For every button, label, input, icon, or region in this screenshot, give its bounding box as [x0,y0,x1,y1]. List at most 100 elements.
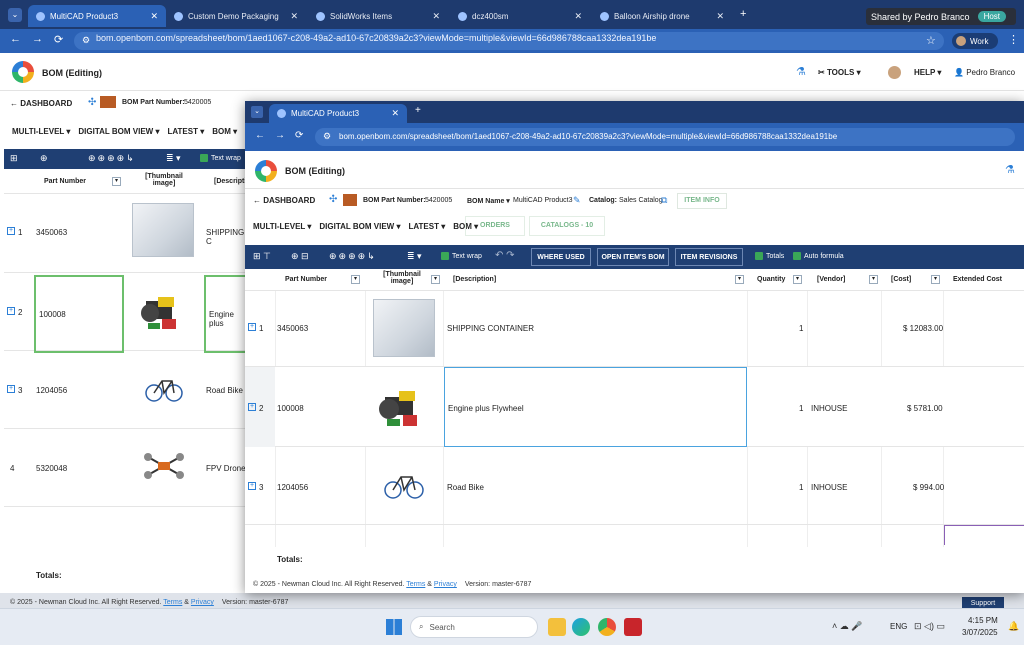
open-items-bom-button[interactable]: OPEN ITEM'S BOM [597,248,669,266]
new-tab-button[interactable]: + [740,8,746,20]
close-icon[interactable]: ✕ [290,11,298,22]
bom-name-dropdown[interactable]: BOM Name ▾ [467,197,510,205]
clock-time[interactable]: 4:15 PM [968,616,998,625]
more-menu-icon[interactable]: ⋮ [1008,33,1019,46]
tab-custom-demo-packaging[interactable]: Custom Demo Packaging ✕ [166,5,306,27]
tools-menu[interactable]: ✂ TOOLS ▾ [818,68,861,77]
filter-icon[interactable]: ▾ [351,275,360,284]
clock-date[interactable]: 3/07/2025 [962,628,998,637]
cost-cell[interactable]: $ 994.00 [913,483,944,492]
close-icon[interactable]: ✕ [574,11,582,22]
item-info-button[interactable]: ITEM INFO [677,193,727,209]
back-dashboard-link[interactable]: ← DASHBOARD [10,99,72,108]
forward-arrow-icon[interactable]: → [32,33,43,45]
expand-row-icon[interactable]: + [7,227,15,235]
filter-icon[interactable]: ▾ [735,275,744,284]
hierarchy-icon[interactable]: ⊞ ⊤ [253,251,271,262]
selected-description-cell[interactable]: Engine plus [204,275,250,353]
vendor-cell[interactable]: INHOUSE [811,404,847,413]
bom-dropdown[interactable]: BOM ▾ [212,127,237,136]
quantity-cell[interactable]: 1 [799,324,803,333]
auto-formula-checkbox[interactable]: Auto formula [793,252,844,260]
close-icon[interactable]: ✕ [432,11,440,22]
terms-link[interactable]: Terms [406,581,425,588]
quantity-cell[interactable]: 1 [799,404,803,413]
table-row[interactable]: 4 5320048 FPV Drone [4,429,248,507]
table-row[interactable]: + 2 100008 Engine plus [4,273,250,353]
filter-icon[interactable]: ▾ [869,275,878,284]
text-wrap-checkbox[interactable]: Text wrap [441,252,482,260]
profile-button[interactable]: Work [952,33,998,49]
part-number-cell[interactable]: 3450063 [277,324,308,333]
close-icon[interactable]: ✕ [391,108,399,119]
flask-icon[interactable]: ⚗ [1005,163,1015,176]
multi-level-dropdown[interactable]: MULTI-LEVEL ▾ [253,222,311,231]
help-menu[interactable]: HELP ▾ [914,68,941,77]
reload-icon[interactable]: ⟳ [54,33,63,46]
part-number-cell[interactable]: 5320048 [36,464,67,473]
back-arrow-icon[interactable]: ← [255,130,265,141]
expand-row-icon[interactable]: + [7,307,15,315]
description-cell[interactable]: Road Bike [447,483,484,492]
part-number-cell[interactable]: 1204056 [277,483,308,492]
description-cell[interactable]: Road Bike [206,386,243,395]
language-indicator[interactable]: ENG [890,622,907,631]
table-row[interactable]: + 1 3450063 SHIPPING CONTAINER 1 $ 12083… [245,291,1024,367]
flask-icon[interactable]: ⚗ [796,65,806,78]
cost-cell[interactable]: $ 12083.00 [903,324,943,333]
network-volume-icons[interactable]: ⊡ ◁) ▭ [914,621,945,632]
part-number-cell[interactable]: 3450063 [36,228,67,237]
filter-icon[interactable]: ▾ [793,275,802,284]
site-info-icon[interactable]: ⚙ [82,35,90,46]
user-menu[interactable]: 👤 Pedro Branco [954,68,1015,77]
add-columns-icon[interactable]: ⊕ [40,153,48,164]
back-dashboard-link[interactable]: ← DASHBOARD [253,196,315,205]
add-columns-icon[interactable]: ⊕ ⊟ [291,251,309,262]
notification-icon[interactable]: 🔔 [1008,621,1019,632]
tab-solidworks-items[interactable]: SolidWorks Items ✕ [308,5,448,27]
table-row[interactable]: + 1 3450063 SHIPPING C [4,195,248,273]
table-row[interactable]: + 3 1204056 Road Bike 1 INHOUSE $ 994.00 [245,447,1024,525]
orders-tab[interactable]: ORDERS [465,216,525,236]
vendor-cell[interactable]: INHOUSE [811,483,847,492]
move-icons[interactable]: ⊕⊕⊕⊕↳ [329,251,377,262]
description-cell[interactable]: SHIPPING CONTAINER [447,324,534,333]
cost-cell[interactable]: $ 5781.00 [907,404,943,413]
site-info-icon[interactable]: ⚙ [323,131,331,142]
tab-multicad-product3[interactable]: MultiCAD Product3 ✕ [28,5,166,27]
quantity-cell[interactable]: 1 [799,483,803,492]
table-row[interactable]: + 2 100008 Engine plus Flywheel 1 INHOUS… [245,367,1024,447]
where-used-button[interactable]: WHERE USED [531,248,591,266]
edge-browser-icon[interactable] [572,618,590,636]
filter-icon[interactable]: ▾ [431,275,440,284]
privacy-link[interactable]: Privacy [191,599,214,606]
selected-part-number-cell[interactable]: 100008 [34,275,124,353]
filter-icon[interactable]: ▾ [112,177,121,186]
description-cell[interactable]: FPV Drone [206,464,246,473]
forward-arrow-icon[interactable]: → [275,130,285,141]
filter-icon[interactable]: ▾ [931,275,940,284]
latest-dropdown[interactable]: LATEST ▾ [408,222,445,231]
close-icon[interactable]: ✕ [150,11,158,22]
tab-list-button[interactable]: ⌄ [251,106,263,118]
bookmark-star-icon[interactable]: ☆ [926,34,936,47]
totals-checkbox[interactable]: Totals [755,252,784,260]
system-tray-icons[interactable]: ˄ ☁ 🎤 [832,621,862,632]
part-number-cell[interactable]: 100008 [277,404,304,413]
expand-row-icon[interactable]: + [248,323,256,331]
digital-bom-view-dropdown[interactable]: DIGITAL BOM VIEW ▾ [319,222,400,231]
chrome-browser-icon[interactable] [598,618,616,636]
latest-dropdown[interactable]: LATEST ▾ [167,127,204,136]
back-arrow-icon[interactable]: ← [10,33,21,45]
file-explorer-icon[interactable] [548,618,566,636]
item-revisions-button[interactable]: ITEM REVISIONS [675,248,743,266]
terms-link[interactable]: Terms [163,599,182,606]
multi-level-dropdown[interactable]: MULTI-LEVEL ▾ [12,127,70,136]
new-tab-button[interactable]: + [415,105,421,116]
tab-list-button[interactable]: ⌄ [8,8,22,22]
reload-icon[interactable]: ⟳ [295,130,303,141]
expand-row-icon[interactable]: + [7,385,15,393]
undo-redo-icons[interactable]: ↶ ↷ [495,250,515,261]
expand-row-icon[interactable]: + [248,403,256,411]
text-wrap-checkbox[interactable]: Text wrap [200,154,241,162]
